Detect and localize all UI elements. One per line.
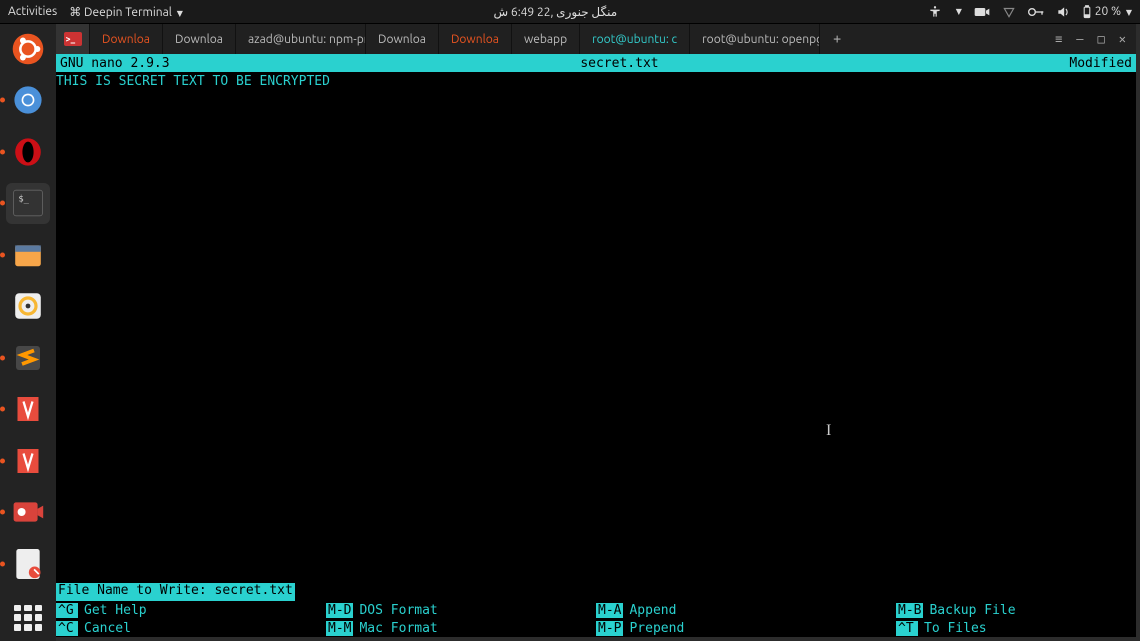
- nano-shortcut-bar: ^GGet Help M-DDOS Format M-AAppend M-BBa…: [56, 601, 1136, 637]
- shortcut-cancel: ^CCancel: [56, 619, 326, 637]
- editor-body[interactable]: THIS IS SECRET TEXT TO BE ENCRYPTED I: [56, 72, 1136, 583]
- tab-0[interactable]: Downloa: [90, 24, 163, 54]
- dock: $_: [0, 24, 56, 641]
- dock-ubuntu-logo[interactable]: [6, 28, 50, 70]
- nano-write-prompt[interactable]: File Name to Write: secret.txt: [56, 583, 1136, 601]
- maximize-button[interactable]: □: [1098, 32, 1105, 46]
- nano-filename-label: secret.txt: [170, 56, 1070, 71]
- dock-terminal[interactable]: $_: [6, 183, 50, 225]
- tab-5[interactable]: webapp: [512, 24, 580, 54]
- system-topbar: Activities ⌘ Deepin Terminal ▼ منگل جنور…: [0, 0, 1140, 24]
- accessibility-icon[interactable]: [928, 5, 942, 19]
- clock-label[interactable]: منگل جنوری ,22 6:49 ش: [183, 5, 928, 19]
- app-name-label: Deepin Terminal: [84, 6, 172, 19]
- tab-bar: >_ Downloa Downloa azad@ubuntu: npm-pro …: [56, 24, 1136, 54]
- tab-6[interactable]: root@ubuntu: c: [580, 24, 690, 54]
- shortcut-mac: M-MMac Format: [326, 619, 596, 637]
- minimize-button[interactable]: ―: [1076, 32, 1083, 46]
- text-cursor-icon: I: [826, 422, 831, 440]
- battery-status[interactable]: 20 % ▼: [1082, 5, 1132, 19]
- show-applications-button[interactable]: [14, 605, 42, 631]
- volume-icon[interactable]: [1056, 5, 1070, 19]
- tab-7[interactable]: root@ubuntu: openpgp-rev: [690, 24, 820, 54]
- dock-files[interactable]: [6, 234, 50, 276]
- vpn-key-icon[interactable]: [1028, 7, 1044, 17]
- network-icon[interactable]: [1002, 5, 1016, 19]
- terminal-window: >_ Downloa Downloa azad@ubuntu: npm-pro …: [56, 24, 1136, 637]
- nano-title-bar: GNU nano 2.9.3 secret.txt Modified: [56, 54, 1136, 72]
- prompt-value: secret.txt: [215, 583, 293, 598]
- new-tab-button[interactable]: +: [820, 24, 854, 54]
- menu-icon[interactable]: ≡: [1055, 32, 1062, 46]
- svg-text:$_: $_: [18, 195, 29, 205]
- dock-app-red-1[interactable]: [6, 389, 50, 431]
- tab-3[interactable]: Downloa: [366, 24, 439, 54]
- dock-opera[interactable]: [6, 131, 50, 173]
- shortcut-prepend: M-PPrepend: [596, 619, 896, 637]
- tab-4[interactable]: Downloa: [439, 24, 512, 54]
- dock-rhythmbox[interactable]: [6, 286, 50, 328]
- shortcut-dos: M-DDOS Format: [326, 601, 596, 619]
- activities-button[interactable]: Activities: [8, 5, 57, 18]
- close-button[interactable]: ✕: [1119, 32, 1126, 46]
- dock-screen-recorder[interactable]: [6, 492, 50, 534]
- dock-chromium[interactable]: [6, 80, 50, 122]
- dock-app-red-2[interactable]: [6, 440, 50, 482]
- shortcut-append: M-AAppend: [596, 601, 896, 619]
- dock-sublime[interactable]: [6, 337, 50, 379]
- shortcut-backup: M-BBackup File: [896, 601, 1136, 619]
- dock-editor[interactable]: [6, 543, 50, 585]
- camera-icon[interactable]: [974, 6, 990, 18]
- nano-status-label: Modified: [1069, 56, 1132, 71]
- nano-version-label: GNU nano 2.9.3: [60, 56, 170, 71]
- editor-content: THIS IS SECRET TEXT TO BE ENCRYPTED: [56, 74, 330, 89]
- shortcut-tofiles: ^TTo Files: [896, 619, 1136, 637]
- chevron-down-icon: ▼: [1126, 8, 1132, 17]
- shortcut-help: ^GGet Help: [56, 601, 326, 619]
- app-menu[interactable]: ⌘ Deepin Terminal ▼: [69, 5, 183, 19]
- tab-2[interactable]: azad@ubuntu: npm-pro: [236, 24, 366, 54]
- terminal-icon: ⌘: [69, 6, 81, 19]
- battery-percent-label: 20 %: [1095, 5, 1121, 18]
- chevron-down-icon: ▼: [956, 7, 962, 16]
- tab-1[interactable]: Downloa: [163, 24, 236, 54]
- tab-icon[interactable]: >_: [56, 24, 90, 54]
- prompt-label: File Name to Write:: [58, 583, 215, 598]
